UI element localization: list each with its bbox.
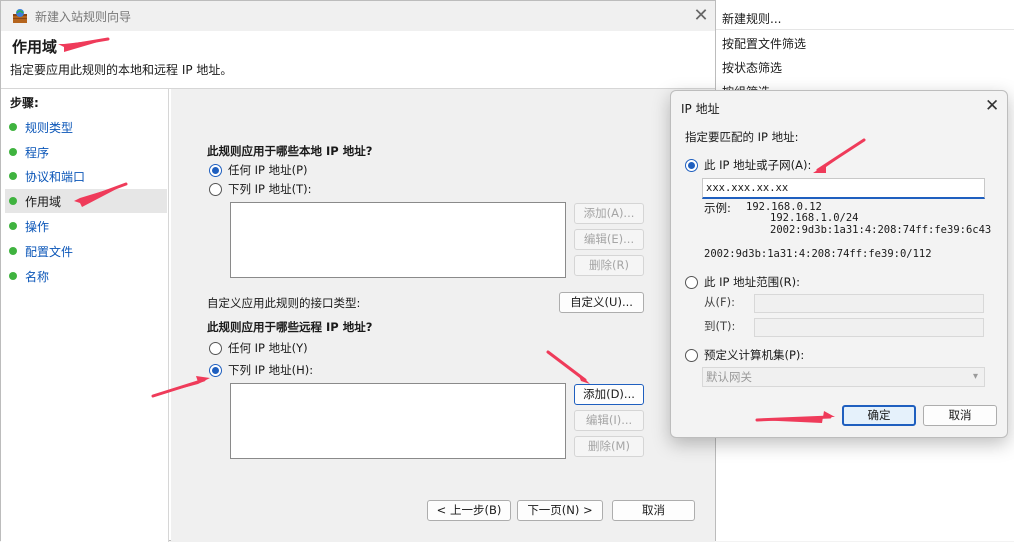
radio-label: 下列 IP 地址(H): xyxy=(228,363,314,377)
local-ip-list[interactable] xyxy=(230,202,566,278)
firewall-app-icon xyxy=(13,9,27,23)
remote-edit-button[interactable]: 编辑(I)... xyxy=(574,410,644,431)
chevron-down-icon: ▾ xyxy=(972,371,978,382)
step-program[interactable]: 程序 xyxy=(5,140,167,164)
step-dot-icon xyxy=(9,197,17,205)
step-protocol-ports[interactable]: 协议和端口 xyxy=(5,164,167,188)
step-scope[interactable]: 作用域 xyxy=(5,189,167,213)
to-label: 到(T): xyxy=(704,319,736,333)
wizard-title: 新建入站规则向导 xyxy=(35,10,132,24)
single-ip-radio[interactable]: 此 IP 地址或子网(A): xyxy=(685,157,811,173)
to-field[interactable] xyxy=(754,318,984,337)
example-ipv6: 2002:9d3b:1a31:4:208:74ff:fe39:6c43 xyxy=(770,224,992,236)
radio-label: 下列 IP 地址(T): xyxy=(228,182,312,196)
steps-panel: 步骤: 规则类型 程序 协议和端口 作用域 操作 配置文件 名称 xyxy=(1,89,169,542)
example-label: 示例: xyxy=(704,201,731,215)
ok-button[interactable]: 确定 xyxy=(842,405,916,426)
page-title: 作用域 xyxy=(12,38,58,56)
radio-label: 任何 IP 地址(P) xyxy=(228,163,308,177)
step-label: 操作 xyxy=(25,220,50,234)
wizard-header: 作用域 指定要应用此规则的本地和远程 IP 地址。 xyxy=(1,31,715,89)
step-dot-icon xyxy=(9,123,17,131)
step-rule-type[interactable]: 规则类型 xyxy=(5,115,167,139)
step-dot-icon xyxy=(9,222,17,230)
next-button[interactable]: 下一页(N) > xyxy=(517,500,603,521)
page-subtitle: 指定要应用此规则的本地和远程 IP 地址。 xyxy=(10,63,233,77)
step-dot-icon xyxy=(9,148,17,156)
local-ip-question: 此规则应用于哪些本地 IP 地址? xyxy=(207,144,373,158)
action-filter-by-profile[interactable]: 按配置文件筛选 xyxy=(722,35,806,52)
ip-range-radio[interactable]: 此 IP 地址范围(R): xyxy=(685,274,800,290)
radio-label: 此 IP 地址或子网(A): xyxy=(704,158,812,172)
predefined-set-select[interactable]: 默认网关 ▾ xyxy=(702,367,985,387)
local-add-button[interactable]: 添加(A)... xyxy=(574,203,644,224)
local-remove-button[interactable]: 删除(R) xyxy=(574,255,644,276)
radio-label: 此 IP 地址范围(R): xyxy=(704,275,800,289)
step-dot-icon xyxy=(9,272,17,280)
step-label: 配置文件 xyxy=(25,245,74,259)
steps-label: 步骤: xyxy=(10,96,39,110)
dialog-prompt: 指定要匹配的 IP 地址: xyxy=(685,130,799,144)
predefined-set-radio[interactable]: 预定义计算机集(P): xyxy=(685,347,804,363)
example-ipv6-prefix: 2002:9d3b:1a31:4:208:74ff:fe39:0/112 xyxy=(704,248,932,260)
radio-label: 预定义计算机集(P): xyxy=(704,348,805,362)
step-dot-icon xyxy=(9,172,17,180)
cancel-button[interactable]: 取消 xyxy=(612,500,695,521)
dialog-title: IP 地址 xyxy=(681,102,720,116)
action-new-rule[interactable]: 新建规则... xyxy=(722,10,781,27)
local-edit-button[interactable]: 编辑(E)... xyxy=(574,229,644,250)
remote-ip-question: 此规则应用于哪些远程 IP 地址? xyxy=(207,320,373,334)
wizard-titlebar: 新建入站规则向导 ✕ xyxy=(1,1,715,31)
local-these-ip-radio[interactable]: 下列 IP 地址(T): xyxy=(209,181,312,197)
predefined-value: 默认网关 xyxy=(706,370,752,384)
remote-remove-button[interactable]: 删除(M) xyxy=(574,436,644,457)
step-profile[interactable]: 配置文件 xyxy=(5,239,167,263)
interface-label: 自定义应用此规则的接口类型: xyxy=(207,296,361,310)
step-label: 作用域 xyxy=(25,195,62,209)
ip-address-input[interactable]: xxx.xxx.xx.xx xyxy=(702,178,985,199)
new-inbound-rule-wizard: 新建入站规则向导 ✕ 作用域 指定要应用此规则的本地和远程 IP 地址。 步骤:… xyxy=(0,0,716,542)
ip-address-dialog: IP 地址 ✕ 指定要匹配的 IP 地址: 此 IP 地址或子网(A): xxx… xyxy=(670,90,1008,438)
from-field[interactable] xyxy=(754,294,984,313)
step-label: 名称 xyxy=(25,270,50,284)
step-action[interactable]: 操作 xyxy=(5,214,167,238)
radio-label: 任何 IP 地址(Y) xyxy=(228,341,308,355)
step-label: 规则类型 xyxy=(25,121,74,135)
close-icon[interactable]: ✕ xyxy=(689,5,713,27)
customize-button[interactable]: 自定义(U)... xyxy=(559,292,644,313)
step-name[interactable]: 名称 xyxy=(5,264,167,288)
step-dot-icon xyxy=(9,247,17,255)
action-filter-by-state[interactable]: 按状态筛选 xyxy=(722,59,782,76)
remote-these-ip-radio[interactable]: 下列 IP 地址(H): xyxy=(209,362,313,378)
step-label: 协议和端口 xyxy=(25,170,86,184)
remote-ip-list[interactable] xyxy=(230,383,566,459)
close-icon[interactable]: ✕ xyxy=(985,96,999,116)
wizard-content: 此规则应用于哪些本地 IP 地址? 任何 IP 地址(P) 下列 IP 地址(T… xyxy=(171,89,715,542)
remote-add-button[interactable]: 添加(D)... xyxy=(574,384,644,405)
local-any-ip-radio[interactable]: 任何 IP 地址(P) xyxy=(209,162,308,178)
example-subnet: 192.168.1.0/24 xyxy=(770,212,859,224)
step-label: 程序 xyxy=(25,146,50,160)
back-button[interactable]: < 上一步(B) xyxy=(427,500,511,521)
from-label: 从(F): xyxy=(704,295,735,309)
remote-any-ip-radio[interactable]: 任何 IP 地址(Y) xyxy=(209,340,308,356)
dialog-cancel-button[interactable]: 取消 xyxy=(923,405,997,426)
